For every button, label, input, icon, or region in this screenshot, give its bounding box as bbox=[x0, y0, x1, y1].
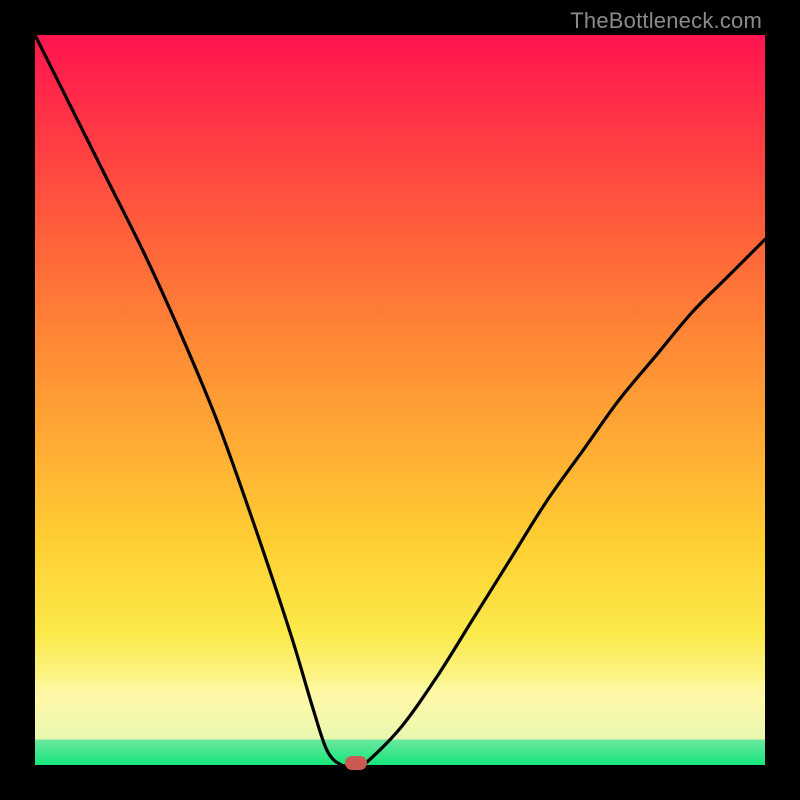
attribution-text: TheBottleneck.com bbox=[570, 8, 762, 34]
curve-layer bbox=[35, 35, 765, 765]
bottleneck-curve bbox=[35, 35, 765, 765]
chart-frame: TheBottleneck.com bbox=[0, 0, 800, 800]
optimal-point-marker bbox=[345, 756, 367, 770]
